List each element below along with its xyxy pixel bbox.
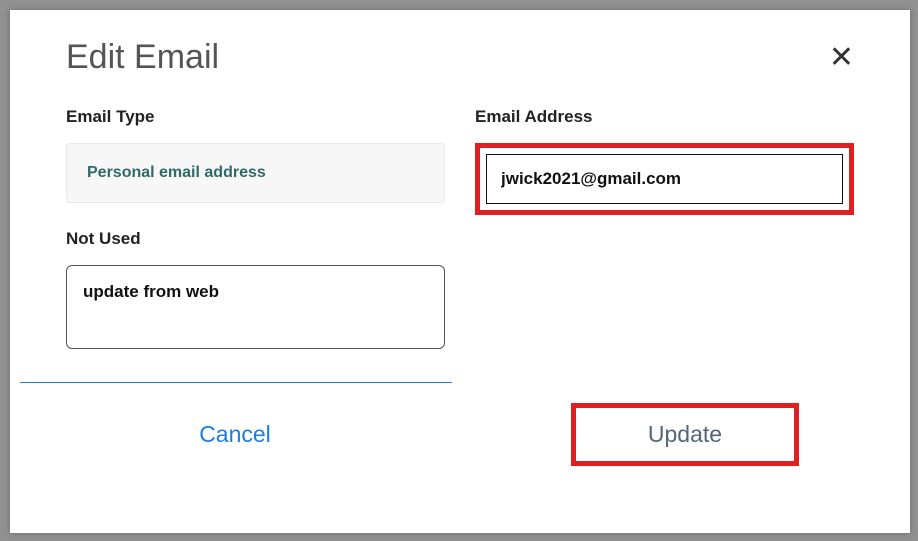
footer-right: Update bbox=[460, 389, 910, 482]
modal-title: Edit Email bbox=[66, 38, 219, 77]
update-highlight: Update bbox=[571, 403, 799, 466]
modal-body: Email Type Personal email address Not Us… bbox=[10, 87, 910, 354]
email-address-highlight bbox=[475, 143, 854, 215]
footer-divider bbox=[20, 382, 452, 383]
right-column: Email Address bbox=[475, 107, 854, 354]
not-used-input[interactable] bbox=[66, 265, 445, 349]
not-used-label: Not Used bbox=[66, 229, 445, 249]
cancel-button[interactable]: Cancel bbox=[193, 420, 277, 449]
update-button[interactable]: Update bbox=[642, 420, 728, 449]
email-address-input[interactable] bbox=[486, 154, 843, 204]
email-address-label: Email Address bbox=[475, 107, 854, 127]
close-icon[interactable]: ✕ bbox=[829, 43, 854, 73]
modal-footer: Cancel Update bbox=[10, 389, 910, 482]
email-type-value: Personal email address bbox=[66, 143, 445, 203]
footer-left: Cancel bbox=[10, 389, 460, 482]
email-type-label: Email Type bbox=[66, 107, 445, 127]
left-column: Email Type Personal email address Not Us… bbox=[66, 107, 445, 354]
modal-header: Edit Email ✕ bbox=[10, 10, 910, 87]
edit-email-modal: Edit Email ✕ Email Type Personal email a… bbox=[10, 10, 910, 533]
